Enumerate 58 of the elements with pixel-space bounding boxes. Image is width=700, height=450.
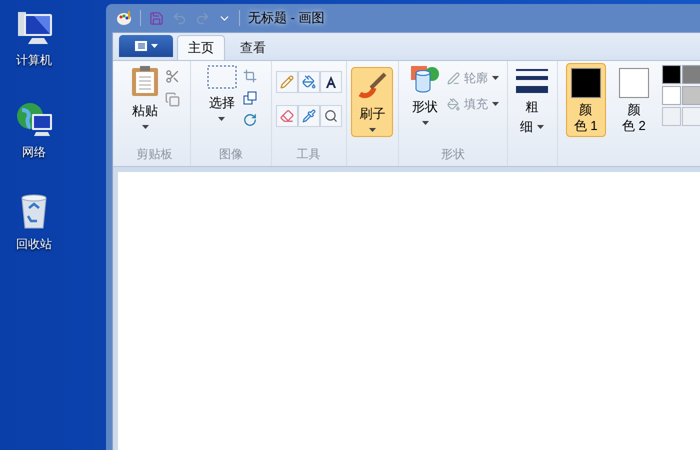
desktop-icon-label: 回收站 — [16, 236, 52, 252]
group-label: 形状 — [440, 146, 466, 163]
selection-rectangle-icon — [206, 65, 237, 89]
pencil-button[interactable] — [276, 71, 298, 93]
brushes-button[interactable]: 刷子 — [351, 67, 394, 137]
magnifier-icon — [324, 109, 338, 123]
group-label: 工具 — [296, 146, 322, 163]
app-menu-button[interactable] — [119, 35, 173, 57]
paintbrush-icon — [357, 72, 388, 100]
caret-icon — [150, 44, 158, 48]
eraser-button[interactable] — [276, 105, 298, 127]
window-title: 无标题 - 画图 — [248, 8, 325, 27]
magnifier-button[interactable] — [320, 105, 342, 127]
letter-a-icon — [324, 75, 338, 89]
ribbon-tab[interactable]: 查看 — [229, 35, 277, 60]
palette-icon[interactable] — [116, 10, 132, 26]
paint-bucket-icon — [302, 75, 316, 89]
caret-icon — [218, 116, 226, 120]
copy-icon[interactable] — [165, 92, 180, 107]
line-widths-icon — [516, 69, 548, 95]
shapes-icon — [410, 65, 440, 93]
color-button[interactable]: 颜 色 1 — [566, 63, 606, 137]
desktop-icon-label: 网络 — [22, 144, 46, 160]
pen-icon — [447, 72, 460, 84]
cut-icon[interactable] — [165, 69, 180, 84]
caret-icon — [537, 125, 544, 129]
caret-icon — [492, 102, 500, 106]
color-button[interactable]: 颜 色 2 — [614, 63, 654, 137]
crop-icon[interactable] — [242, 69, 257, 83]
palette-swatch[interactable] — [662, 65, 681, 84]
color-picker-button[interactable] — [298, 105, 320, 127]
caret-icon — [492, 76, 500, 80]
select-button[interactable]: 选择 — [204, 65, 239, 146]
shapes-button[interactable]: 形状 — [407, 65, 444, 146]
menu-icon — [134, 41, 146, 51]
caret-icon — [368, 128, 376, 132]
size-button[interactable]: 粗 细 — [516, 65, 548, 146]
empty-swatch[interactable] — [682, 107, 700, 126]
palette-swatch[interactable] — [682, 65, 700, 84]
desktop-icon-label: 计算机 — [16, 52, 52, 68]
group-label: 图像 — [218, 146, 244, 163]
save-icon[interactable] — [149, 10, 164, 26]
fill-bucket-button[interactable] — [298, 71, 320, 93]
pencil-icon — [280, 75, 294, 89]
caret-icon — [422, 120, 429, 124]
paste-button[interactable]: 粘贴 — [129, 65, 161, 146]
resize-icon[interactable] — [242, 91, 257, 105]
eraser-icon — [280, 109, 294, 123]
rotate-icon[interactable] — [242, 113, 257, 127]
caret-icon — [142, 124, 148, 128]
paint-bucket-icon — [447, 98, 460, 110]
palette-swatch[interactable] — [682, 86, 700, 105]
clipboard-icon — [131, 65, 159, 97]
ribbon-tab[interactable]: 主页 — [177, 35, 225, 60]
eyedropper-icon — [302, 109, 316, 123]
palette-swatch[interactable] — [662, 86, 681, 105]
group-label: 剪贴板 — [136, 146, 174, 163]
text-tool-button[interactable] — [320, 71, 342, 93]
